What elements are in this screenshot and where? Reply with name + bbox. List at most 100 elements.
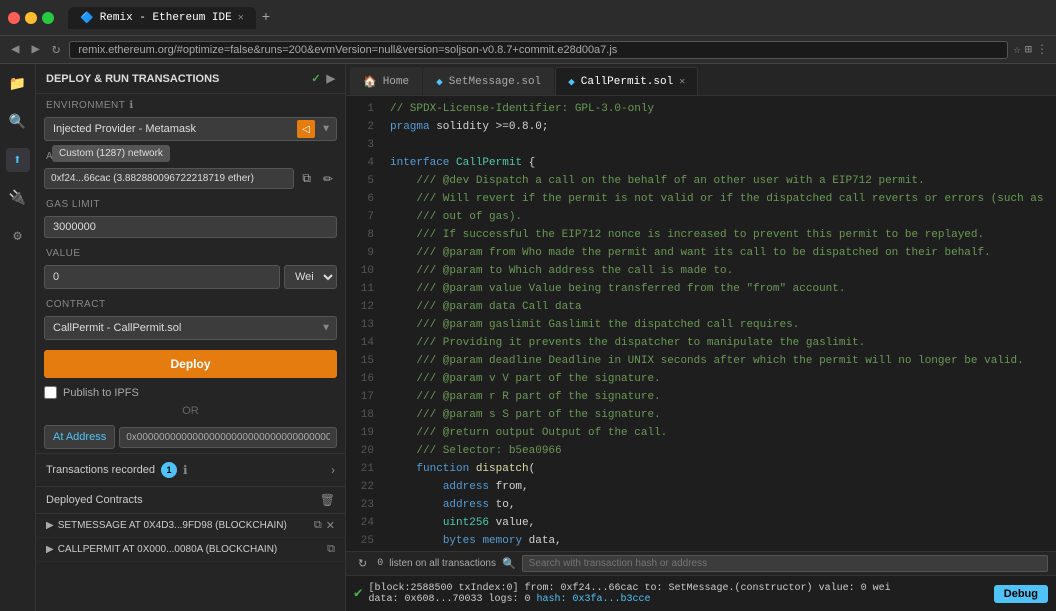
contract-select[interactable]: CallPermit - CallPermit.sol	[44, 316, 337, 340]
sidebar-icon-search[interactable]: 🔍	[6, 110, 30, 134]
browser-tab-bar: 🔷 Remix - Ethereum IDE ✕ +	[68, 7, 274, 29]
at-address-button[interactable]: At Address	[44, 425, 115, 449]
contract-item-setmessage: ▶ SETMESSAGE AT 0X4D3...9FD98 (BLOCKCHAI…	[36, 514, 345, 538]
deploy-button[interactable]: Deploy	[44, 350, 337, 378]
new-tab-button[interactable]: +	[258, 10, 274, 26]
refresh-button[interactable]: ↻	[49, 41, 63, 58]
success-icon: ✔	[354, 585, 362, 602]
trash-icon[interactable]: 🗑	[320, 493, 335, 507]
copy-account-button[interactable]: ⧉	[298, 169, 315, 188]
publish-row: Publish to IPFS	[44, 386, 337, 399]
tab-setmessage[interactable]: ◆ SetMessage.sol	[423, 67, 554, 95]
line-numbers: 123 456 789 101112 131415 161718 192021 …	[346, 96, 382, 551]
deployed-contracts-header: Deployed Contracts 🗑	[36, 487, 345, 514]
setmessage-tab-label: SetMessage.sol	[449, 76, 541, 88]
deploy-panel: DEPLOY & RUN TRANSACTIONS ✓ ▶ ENVIRONMEN…	[36, 64, 346, 611]
tab-callpermit[interactable]: ◆ CallPermit.sol ✕	[555, 67, 698, 95]
terminal-clear-button[interactable]: ↻	[354, 557, 371, 570]
value-label: VALUE	[36, 242, 345, 261]
contract-item-callpermit: ▶ CALLPERMIT AT 0X000...0080A (BLOCKCHAI…	[36, 538, 345, 562]
terminal-search-input[interactable]	[522, 555, 1048, 572]
contract-row: CallPermit - CallPermit.sol ▼ ◀ 3	[44, 316, 337, 340]
sidebar-icon-plugin[interactable]: 🔌	[6, 186, 30, 210]
setmessage-label: SETMESSAGE AT 0X4D3...9FD98 (BLOCKCHAIN)	[58, 520, 310, 531]
callpermit-label: CALLPERMIT AT 0X000...0080A (BLOCKCHAIN)	[58, 544, 323, 555]
transactions-info-icon: ℹ	[183, 463, 188, 477]
at-address-input[interactable]	[119, 427, 337, 448]
terminal-content: ✔ [block:2588500 txIndex:0] from: 0xf24.…	[346, 576, 1056, 611]
deployed-left: Deployed Contracts	[46, 494, 143, 506]
value-input[interactable]	[44, 265, 280, 289]
address-bar-icons: ☆ ⊞ ⋮	[1014, 42, 1048, 57]
check-icon[interactable]: ✓	[311, 72, 320, 85]
edit-account-button[interactable]: ✏	[319, 170, 337, 188]
publish-ipfs-checkbox[interactable]	[44, 386, 57, 399]
home-tab-label: Home	[383, 76, 409, 88]
account-row: 0xf24...66cac (3.882880096722218719 ethe…	[44, 168, 337, 189]
tx-to: to: SetMessage.(constructor)	[645, 583, 813, 594]
tx-value: value: 0 wei	[819, 583, 891, 594]
environment-tooltip: Custom (1287) network	[52, 145, 170, 162]
close-setmessage-icon[interactable]: ✕	[326, 519, 335, 532]
panel-header-icons: ✓ ▶	[311, 72, 335, 85]
setmessage-expand-icon[interactable]: ▶	[46, 520, 54, 531]
traffic-lights	[8, 12, 54, 24]
tab-home[interactable]: 🏠 Home	[350, 67, 422, 95]
transactions-chevron-icon: ›	[331, 463, 335, 477]
forward-button[interactable]: ▶	[28, 41, 42, 58]
editor-tab-bar: 🏠 Home ◆ SetMessage.sol ◆ CallPermit.sol…	[346, 64, 1056, 96]
debug-button[interactable]: Debug	[994, 585, 1048, 603]
copy-callpermit-icon[interactable]: ⧉	[327, 543, 335, 556]
transactions-left: Transactions recorded 1 ℹ	[46, 462, 188, 478]
copy-setmessage-icon[interactable]: ⧉	[314, 519, 322, 532]
terminal-count: 0	[377, 558, 383, 569]
close-window-btn[interactable]	[8, 12, 20, 24]
extensions-icon[interactable]: ⊞	[1025, 42, 1032, 57]
callpermit-tab-icon: ◆	[568, 75, 575, 89]
at-address-row: At Address ◀ 4	[44, 425, 337, 449]
expand-icon[interactable]: ▶	[327, 72, 335, 85]
value-row: Wei	[44, 265, 337, 289]
settings-icon[interactable]: ⋮	[1036, 42, 1048, 57]
tx-block: [block:2588500 txIndex:0]	[368, 583, 518, 594]
deployed-contracts-label: Deployed Contracts	[46, 494, 143, 506]
callpermit-tab-label: CallPermit.sol	[581, 76, 673, 88]
panel-header: DEPLOY & RUN TRANSACTIONS ✓ ▶	[36, 64, 345, 94]
code-editor: 123 456 789 101112 131415 161718 192021 …	[346, 96, 1056, 551]
inject-button[interactable]: ◁	[297, 120, 315, 138]
browser-tab-close[interactable]: ✕	[238, 12, 244, 24]
tx-logs: logs: 0	[488, 594, 530, 605]
setmessage-tab-icon: ◆	[436, 75, 443, 89]
contract-label: CONTRACT	[36, 293, 345, 312]
unit-select[interactable]: Wei	[284, 265, 337, 289]
terminal-toolbar: ↻ 0 listen on all transactions 🔍	[346, 552, 1056, 576]
gas-limit-input[interactable]	[44, 216, 337, 238]
address-bar-row: ◀ ▶ ↻ ☆ ⊞ ⋮	[0, 36, 1056, 64]
address-bar-input[interactable]	[69, 41, 1007, 59]
listen-transactions-button[interactable]: listen on all transactions	[389, 558, 496, 569]
back-button[interactable]: ◀	[8, 41, 22, 58]
bookmark-icon[interactable]: ☆	[1014, 42, 1021, 57]
transactions-badge: 1	[161, 462, 177, 478]
minimize-window-btn[interactable]	[25, 12, 37, 24]
browser-chrome: 🔷 Remix - Ethereum IDE ✕ +	[0, 0, 1056, 36]
maximize-window-btn[interactable]	[42, 12, 54, 24]
browser-tab-label: Remix - Ethereum IDE	[100, 12, 232, 24]
publish-ipfs-label: Publish to IPFS	[63, 387, 139, 399]
tx-hash: hash: 0x3fa...b3cce	[537, 594, 651, 605]
account-select[interactable]: 0xf24...66cac (3.882880096722218719 ethe…	[44, 168, 294, 189]
callpermit-tab-close[interactable]: ✕	[679, 76, 685, 88]
gas-limit-row	[44, 216, 337, 238]
transactions-row[interactable]: Transactions recorded 1 ℹ ›	[36, 453, 345, 487]
gas-limit-label: GAS LIMIT	[36, 193, 345, 212]
tx-from: from: 0xf24...66cac	[524, 583, 638, 594]
browser-tab-remix[interactable]: 🔷 Remix - Ethereum IDE ✕	[68, 7, 256, 29]
environment-select[interactable]: Injected Provider - Metamask	[44, 117, 337, 141]
sidebar-icon-files[interactable]: 📁	[6, 72, 30, 96]
sidebar-icon-deploy[interactable]: ⬆	[6, 148, 30, 172]
sidebar-icon-settings[interactable]: ⚙	[6, 224, 30, 248]
environment-select-wrapper: Injected Provider - Metamask ▼ ◁ ◀ 2 Cus…	[44, 117, 337, 141]
code-content[interactable]: // SPDX-License-Identifier: GPL-3.0-only…	[382, 96, 1056, 551]
environment-label: ENVIRONMENT ℹ	[36, 94, 345, 113]
callpermit-expand-icon[interactable]: ▶	[46, 544, 54, 555]
